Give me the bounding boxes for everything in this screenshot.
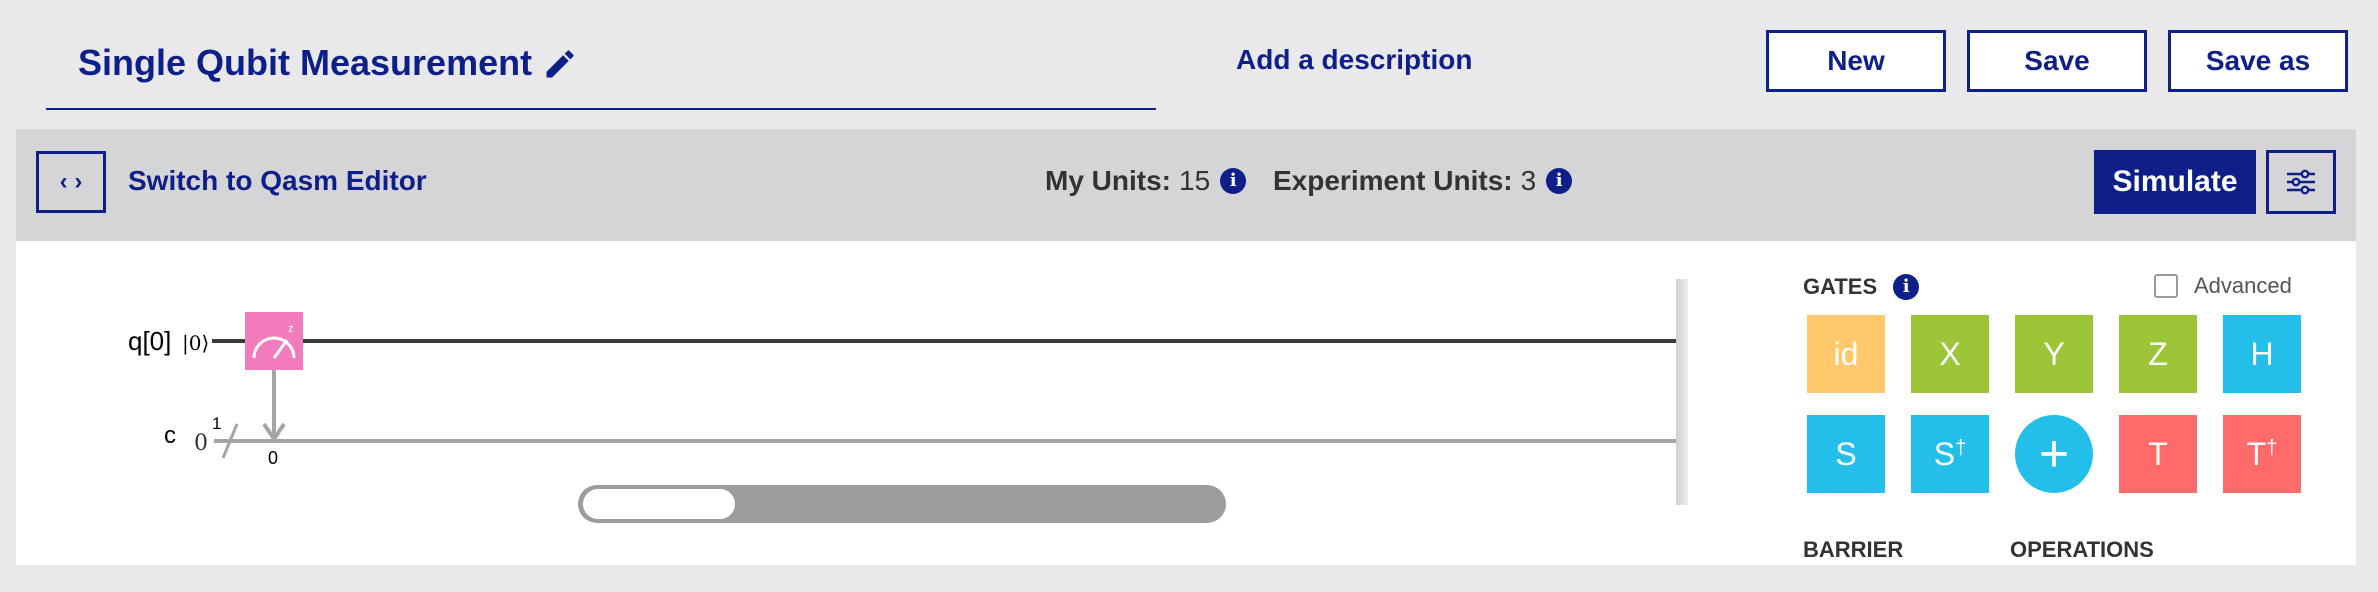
measure-gate[interactable]: z	[245, 312, 303, 370]
circuit-title[interactable]: Single Qubit Measurement	[78, 42, 532, 84]
gates-heading: GATES	[1803, 274, 1878, 299]
info-icon[interactable]: i	[1546, 168, 1573, 194]
advanced-toggle[interactable]: Advanced	[2154, 273, 2292, 299]
my-units-label: My Units:	[1045, 165, 1171, 196]
dagger-mark: †	[2266, 436, 2278, 459]
composer-toolbar: ‹ › Switch to Qasm Editor My Units: 15 i…	[16, 129, 2356, 241]
gate-label: S	[1933, 435, 1956, 472]
classical-width-label: 1	[212, 414, 221, 433]
composer-area: q[0] |0⟩ c 0 1 0 z GATES i Advanced id X Y…	[16, 241, 2356, 565]
new-button[interactable]: New	[1766, 30, 1946, 92]
barrier-heading: BARRIER	[1803, 537, 1904, 562]
simulate-button[interactable]: Simulate	[2094, 150, 2256, 214]
my-units: My Units: 15 i	[1045, 165, 1247, 197]
classical-register-label: c	[164, 422, 176, 449]
my-units-value: 15	[1179, 165, 1211, 196]
plus-icon: +	[2015, 415, 2093, 493]
gate-h[interactable]: H	[2223, 315, 2301, 393]
svg-text:z: z	[288, 323, 294, 335]
save-as-button[interactable]: Save as	[2168, 30, 2348, 92]
gate-z[interactable]: Z	[2119, 315, 2197, 393]
qubit-initial-state: |0⟩	[182, 331, 209, 356]
gate-t-dagger[interactable]: T †	[2223, 415, 2301, 493]
advanced-label: Advanced	[2194, 273, 2292, 298]
measure-target-label: 0	[268, 448, 278, 468]
gate-s-dagger[interactable]: S †	[1911, 415, 1989, 493]
sliders-icon	[2287, 169, 2315, 195]
info-icon[interactable]: i	[1220, 168, 1247, 194]
switch-to-qasm-link[interactable]: Switch to Qasm Editor	[128, 165, 427, 197]
classical-initial-value: 0	[194, 431, 208, 456]
pencil-icon[interactable]	[542, 46, 578, 82]
info-icon[interactable]: i	[1893, 274, 1920, 300]
code-toggle-button[interactable]: ‹ ›	[36, 151, 106, 213]
save-button[interactable]: Save	[1967, 30, 2147, 92]
gate-cnot[interactable]: +	[2015, 415, 2093, 493]
qubit-label: q[0]	[128, 326, 171, 356]
settings-button[interactable]	[2266, 150, 2336, 214]
gate-y[interactable]: Y	[2015, 315, 2093, 393]
circuit-title-area: Single Qubit Measurement	[46, 20, 1156, 110]
gate-label: T	[2246, 435, 2267, 472]
experiment-units-label: Experiment Units:	[1273, 165, 1513, 196]
advanced-checkbox[interactable]	[2154, 274, 2178, 298]
gate-t[interactable]: T	[2119, 415, 2197, 493]
experiment-units-value: 3	[1520, 165, 1537, 196]
gate-x[interactable]: X	[1911, 315, 1989, 393]
experiment-units: Experiment Units: 3 i	[1273, 165, 1573, 197]
dagger-mark: †	[1955, 436, 1967, 459]
gate-s[interactable]: S	[1807, 415, 1885, 493]
scrollbar-thumb[interactable]	[583, 489, 735, 519]
add-description-link[interactable]: Add a description	[1236, 44, 1472, 76]
circuit-scrollbar[interactable]	[578, 485, 1226, 523]
operations-heading: OPERATIONS	[2010, 537, 2154, 562]
gate-id[interactable]: id	[1807, 315, 1885, 393]
gates-title: GATES i	[1803, 274, 1920, 300]
code-icon: ‹ ›	[59, 168, 83, 195]
circuit-edge-divider	[1676, 279, 1688, 505]
